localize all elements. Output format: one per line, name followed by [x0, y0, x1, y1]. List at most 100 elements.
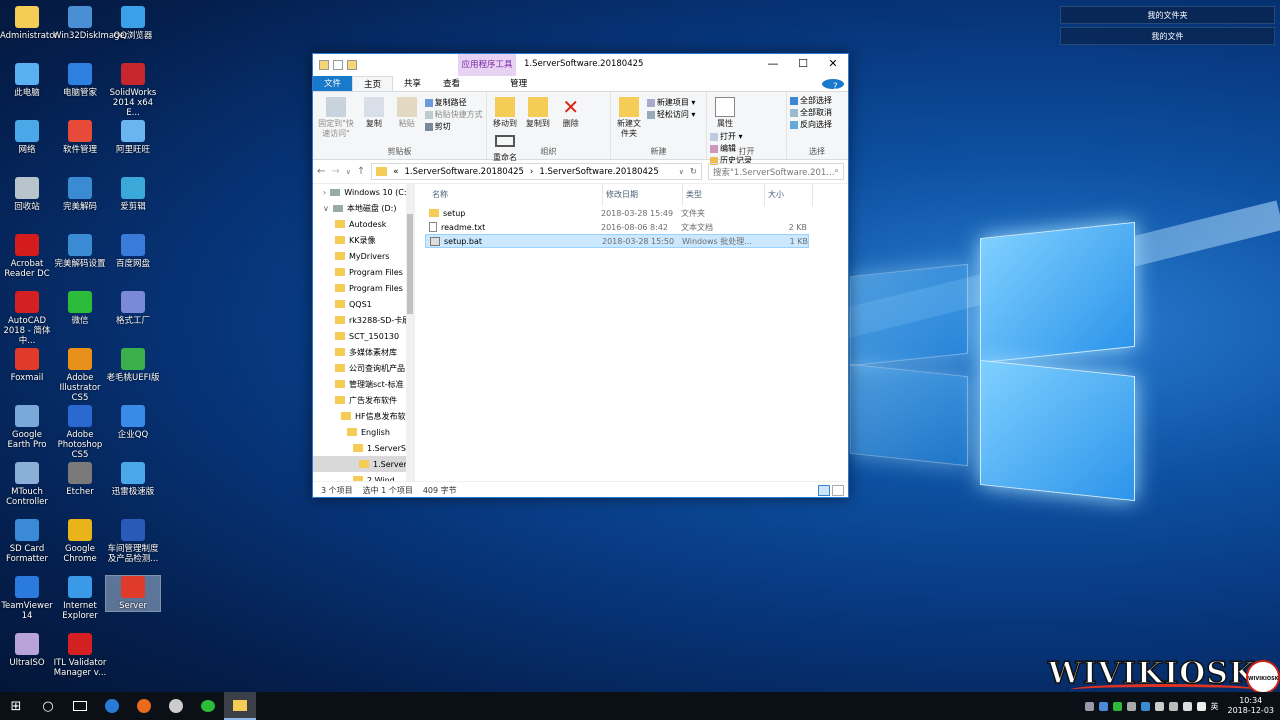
volume-icon[interactable]: [1196, 701, 1206, 711]
tree-item[interactable]: HF信息发布软: [313, 408, 414, 424]
tree-item[interactable]: › Windows 10 (C:): [313, 184, 414, 200]
tree-item[interactable]: Program Files: [313, 264, 414, 280]
edge-icon[interactable]: [96, 692, 128, 720]
tab-file[interactable]: 文件: [313, 76, 353, 91]
desktop-icon[interactable]: 回收站: [0, 177, 54, 212]
desktop-icon[interactable]: ITL Validator Manager v...: [53, 633, 107, 678]
file-row[interactable]: setup.bat 2018-03-28 15:50 Windows 批处理... 1…: [425, 234, 809, 248]
desktop-icon[interactable]: TeamViewer 14: [0, 576, 54, 621]
people-icon[interactable]: [1084, 701, 1094, 711]
desktop-icon[interactable]: 阿里旺旺: [106, 120, 160, 155]
help-icon[interactable]: ?: [822, 79, 844, 92]
tab-home[interactable]: 主页: [352, 76, 394, 91]
properties-button[interactable]: 属性: [710, 95, 740, 129]
desktop-icon[interactable]: SD Card Formatter: [0, 519, 54, 564]
desktop-icon[interactable]: 微信: [53, 291, 107, 326]
file-explorer-taskbar-icon[interactable]: [224, 692, 256, 720]
address-dropdown-icon[interactable]: ∨: [679, 168, 684, 176]
tree-item[interactable]: QQS1: [313, 296, 414, 312]
paste-button[interactable]: 粘贴: [392, 95, 422, 129]
favorites-my-folder[interactable]: 我的文件夹: [1060, 6, 1275, 24]
file-row[interactable]: readme.txt 2016-08-06 8:42 文本文档 2 KB: [425, 220, 809, 234]
settings-app-icon[interactable]: [160, 692, 192, 720]
new-folder-button[interactable]: 新建文件夹: [614, 95, 644, 139]
desktop-icon[interactable]: Google Chrome: [53, 519, 107, 564]
column-name[interactable]: 名称: [429, 184, 603, 206]
copy-button[interactable]: 复制: [359, 95, 389, 129]
desktop-icon[interactable]: QQ浏览器: [106, 6, 160, 41]
context-tab-app-tools[interactable]: 应用程序工具: [458, 54, 516, 76]
app-icon[interactable]: [128, 692, 160, 720]
desktop-icon[interactable]: 此电脑: [0, 63, 54, 98]
favorites-my-files[interactable]: 我的文件: [1060, 27, 1275, 45]
breadcrumb-separator[interactable]: ›: [530, 167, 533, 177]
tab-manage[interactable]: 管理: [499, 76, 538, 91]
wechat-icon[interactable]: [192, 692, 224, 720]
tray-app-icon[interactable]: [1126, 701, 1136, 711]
clock[interactable]: 10:34 2018-12-03: [1228, 696, 1275, 716]
desktop-icon[interactable]: UltraISO: [0, 633, 54, 668]
breadcrumb-prefix[interactable]: «: [393, 167, 398, 177]
desktop-icon[interactable]: Adobe Illustrator CS5: [53, 348, 107, 403]
tree-item[interactable]: 广告发布软件: [313, 392, 414, 408]
start-button[interactable]: ⊞: [0, 692, 32, 720]
desktop-icon[interactable]: 格式工厂: [106, 291, 160, 326]
tree-item[interactable]: Autodesk: [313, 216, 414, 232]
delete-button[interactable]: ✕ 删除: [556, 95, 586, 129]
tree-item[interactable]: Program Files: [313, 280, 414, 296]
new-folder-icon[interactable]: [347, 60, 357, 70]
maximize-button[interactable]: ☐: [788, 54, 818, 74]
minimize-button[interactable]: —: [758, 54, 788, 74]
file-row[interactable]: setup 2018-03-28 15:49 文件夹: [425, 206, 809, 220]
desktop-icon[interactable]: Etcher: [53, 462, 107, 497]
copy-path-button[interactable]: 复制路径: [424, 97, 483, 109]
network-icon[interactable]: [1182, 701, 1192, 711]
desktop-icon[interactable]: 老毛桃UEFI版: [106, 348, 160, 383]
properties-icon[interactable]: [333, 60, 343, 70]
desktop-icon[interactable]: Acrobat Reader DC: [0, 234, 54, 279]
tray-app-icon[interactable]: [1098, 701, 1108, 711]
desktop-icon[interactable]: Administrator: [0, 6, 58, 41]
tree-item[interactable]: 多媒体素材库: [313, 344, 414, 360]
search-input[interactable]: 搜索"1.ServerSoftware.201... ⌕: [708, 163, 844, 180]
file-list[interactable]: 名称 修改日期 类型 大小 setup 2018-03-28 15:49 文件夹 re…: [415, 184, 848, 481]
cut-button[interactable]: 剪切: [424, 121, 483, 133]
title-bar[interactable]: 应用程序工具 1.ServerSoftware.20180425 — ☐ ✕: [313, 54, 848, 76]
tab-share[interactable]: 共享: [393, 76, 432, 91]
desktop-icon[interactable]: AutoCAD 2018 - 简体中...: [0, 291, 54, 346]
desktop-icon[interactable]: 完美解码: [53, 177, 107, 212]
refresh-icon[interactable]: ↻: [690, 167, 697, 177]
tree-item[interactable]: 公司查询机产品: [313, 360, 414, 376]
move-to-button[interactable]: 移动到: [490, 95, 520, 129]
desktop-icon[interactable]: 百度网盘: [106, 234, 160, 269]
tree-item[interactable]: KK录像: [313, 232, 414, 248]
up-arrow-icon[interactable]: ↑: [357, 166, 365, 177]
invert-selection-button[interactable]: 反向选择: [790, 119, 844, 131]
desktop-icon[interactable]: 软件管理: [53, 120, 107, 155]
forward-arrow-icon[interactable]: →: [331, 166, 339, 177]
breadcrumb-item[interactable]: 1.ServerSoftware.20180425: [539, 167, 658, 177]
new-item-button[interactable]: 新建项目 ▾: [646, 97, 695, 109]
tree-item[interactable]: SCT_150130: [313, 328, 414, 344]
select-none-button[interactable]: 全部取消: [790, 107, 844, 119]
input-method-indicator[interactable]: 英: [1211, 701, 1219, 712]
select-all-button[interactable]: 全部选择: [790, 95, 844, 107]
column-date[interactable]: 修改日期: [603, 184, 683, 206]
back-arrow-icon[interactable]: ←: [317, 166, 325, 177]
chevron-down-icon[interactable]: ∨: [323, 204, 329, 213]
tree-item[interactable]: 管理端sct-标准: [313, 376, 414, 392]
desktop-icon[interactable]: Foxmail: [0, 348, 54, 383]
breadcrumb-item[interactable]: 1.ServerSoftware.20180425: [405, 167, 524, 177]
recent-locations-icon[interactable]: ∨: [346, 168, 351, 176]
search-button[interactable]: ○: [32, 692, 64, 720]
desktop-icon[interactable]: 网络: [0, 120, 54, 155]
desktop-icon[interactable]: 爱剪辑: [106, 177, 160, 212]
folder-icon[interactable]: [319, 60, 329, 70]
tray-app-icon[interactable]: [1154, 701, 1164, 711]
tree-scrollbar[interactable]: [406, 184, 414, 481]
tree-item[interactable]: 2.Wind: [313, 472, 414, 481]
tray-app-icon[interactable]: [1140, 701, 1150, 711]
open-button[interactable]: 打开 ▾: [710, 131, 752, 143]
tree-item[interactable]: 1.ServerS: [313, 440, 414, 456]
desktop-icon[interactable]: 迅雷极速版: [106, 462, 160, 497]
